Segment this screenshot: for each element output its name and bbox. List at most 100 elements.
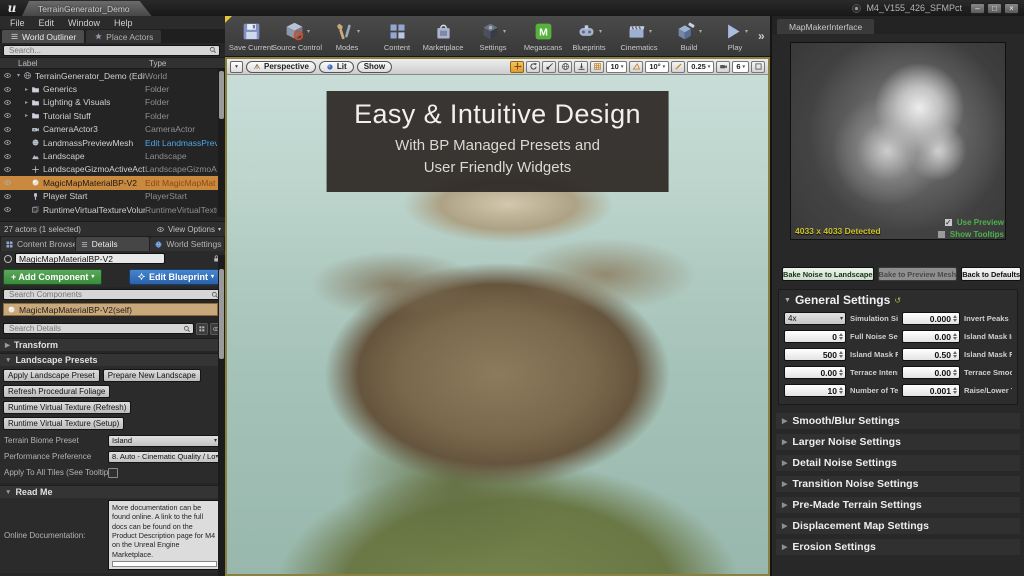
maximize-viewport-button[interactable]: [751, 60, 765, 73]
eye-icon[interactable]: [0, 71, 14, 80]
property-matrix-icon[interactable]: [196, 322, 208, 335]
bake-noise-to-landscape-button[interactable]: Bake Noise to Landscape: [782, 267, 874, 281]
outliner-row[interactable]: CameraActor3 CameraActor: [0, 123, 225, 136]
angle-snap-button[interactable]: [629, 60, 644, 73]
modes-button[interactable]: ▾ Modes: [324, 20, 370, 52]
spinner-arrows-icon[interactable]: [953, 368, 957, 377]
spinner-arrows-icon[interactable]: [839, 350, 843, 359]
move-tool-button[interactable]: [510, 60, 525, 73]
eye-icon[interactable]: [0, 165, 14, 174]
menu-help[interactable]: Help: [107, 18, 140, 28]
island-mask-invert-field[interactable]: 0.00: [902, 330, 960, 343]
general-settings-header[interactable]: ▼ General Settings ↺: [784, 293, 1012, 307]
play-button[interactable]: ▾ Play: [712, 20, 758, 52]
outliner-row[interactable]: ▸ Lighting & Visuals Folder: [0, 96, 225, 109]
section-larger-noise-settings[interactable]: ▶ Larger Noise Settings: [776, 434, 1020, 450]
apply-landscape-preset-button[interactable]: Apply Landscape Preset: [3, 369, 100, 382]
runtime-virtual-texture-refresh-button[interactable]: Runtime Virtual Texture (Refresh): [3, 401, 132, 414]
angle-snap-value[interactable]: 10° ▾: [645, 60, 670, 73]
blueprints-button[interactable]: ▾ Blueprints: [566, 20, 612, 52]
island-mask-fade-field[interactable]: 0.50: [902, 348, 960, 361]
outliner-row[interactable]: ▸ Generics Folder: [0, 82, 225, 95]
component-self-row[interactable]: MagicMapMaterialBP-V2(self): [3, 303, 218, 316]
tab-place-actors[interactable]: Place Actors: [86, 30, 162, 43]
grid-snap-value[interactable]: 10 ▾: [606, 60, 628, 73]
menu-window[interactable]: Window: [61, 18, 107, 28]
outliner-row[interactable]: LandscapeGizmoActiveActor LandscapeGizmoA…: [0, 163, 225, 176]
eye-icon[interactable]: [0, 205, 14, 214]
section-transition-noise-settings[interactable]: ▶ Transition Noise Settings: [776, 476, 1020, 492]
section-displacement-map-settings[interactable]: ▶ Displacement Map Settings: [776, 518, 1020, 534]
camera-speed-value[interactable]: 6 ▾: [732, 60, 749, 73]
outliner-search[interactable]: [3, 44, 220, 56]
minimize-button[interactable]: –: [970, 2, 985, 14]
simulation-size-dropdown[interactable]: 4x ▾: [784, 312, 846, 325]
refresh-procedural-foliage-button[interactable]: Refresh Procedural Foliage: [3, 385, 111, 398]
row-type[interactable]: Edit MagicMapMat: [145, 178, 217, 188]
settings-button[interactable]: ▾ Settings: [470, 20, 516, 52]
runtime-virtual-texture-setup-button[interactable]: Runtime Virtual Texture (Setup): [3, 417, 125, 430]
camera-speed-button[interactable]: [716, 60, 731, 73]
search-components-input[interactable]: [7, 289, 211, 300]
outliner-row[interactable]: RuntimeVirtualTextureVolume RuntimeVirtua…: [0, 203, 225, 216]
use-preview-checkbox[interactable]: ✓: [943, 218, 953, 227]
section-detail-noise-settings[interactable]: ▶ Detail Noise Settings: [776, 455, 1020, 471]
search-details[interactable]: [3, 323, 194, 334]
project-tab[interactable]: TerrainGenerator_Demo: [22, 1, 152, 16]
edit-blueprint-button[interactable]: Edit Blueprint ▾: [128, 268, 222, 285]
spinner-arrows-icon[interactable]: [953, 314, 957, 323]
search-components[interactable]: [3, 289, 222, 300]
scale-snap-button[interactable]: [671, 60, 686, 73]
menu-edit[interactable]: Edit: [32, 18, 62, 28]
section-transform[interactable]: ▶ Transform: [0, 338, 225, 351]
eye-icon[interactable]: [0, 98, 14, 107]
spinner-arrows-icon[interactable]: [953, 386, 957, 395]
section-pre-made-terrain-settings[interactable]: ▶ Pre-Made Terrain Settings: [776, 497, 1020, 513]
full-noise-seed-field[interactable]: 0: [784, 330, 846, 343]
spinner-arrows-icon[interactable]: [953, 332, 957, 341]
eye-icon[interactable]: [0, 152, 14, 161]
viewport-canvas[interactable]: Easy & Intuitive Design With BP Managed …: [227, 75, 768, 574]
tab-details[interactable]: Details: [75, 237, 150, 251]
rotate-tool-button[interactable]: [526, 60, 541, 73]
cinematics-button[interactable]: ▾ Cinematics: [616, 20, 662, 52]
tab-world-settings[interactable]: World Settings: [150, 237, 225, 251]
outliner-row[interactable]: MagicMapMaterialBP-V2 Edit MagicMapMat: [0, 176, 225, 190]
eye-icon[interactable]: [0, 138, 14, 147]
source-control-button[interactable]: ▾ Source Control: [272, 20, 322, 52]
outliner-row[interactable]: Landscape Landscape: [0, 149, 225, 162]
eye-icon[interactable]: [0, 125, 14, 134]
invert-peaks-field[interactable]: 0.000: [902, 312, 960, 325]
build-button[interactable]: ▾ Build: [666, 20, 712, 52]
world-space-tool-button[interactable]: [558, 60, 573, 73]
restore-button[interactable]: □: [987, 2, 1002, 14]
outliner-row[interactable]: ▸ Tutorial Stuff Folder: [0, 109, 225, 122]
save-current-button[interactable]: Save Current: [228, 20, 274, 52]
eye-icon[interactable]: [0, 85, 14, 94]
content-button[interactable]: Content: [374, 20, 420, 52]
viewport-options-button[interactable]: ▾: [230, 60, 243, 73]
expander-icon[interactable]: ▸: [22, 86, 31, 93]
documentation-textbox[interactable]: More documentation can be found online. …: [108, 500, 221, 571]
tab-world-outliner[interactable]: World Outliner: [2, 30, 85, 43]
terrace-intensity-field[interactable]: 0.00: [784, 366, 846, 379]
terrace-smoothing-field[interactable]: 0.00: [902, 366, 960, 379]
section-landscape-presets[interactable]: ▼ Landscape Presets: [0, 353, 225, 366]
spinner-arrows-icon[interactable]: [839, 332, 843, 341]
expander-icon[interactable]: ▾: [14, 72, 23, 79]
spinner-arrows-icon[interactable]: [953, 350, 957, 359]
outliner-row[interactable]: ▾ TerrainGenerator_Demo (Editor) World: [0, 69, 225, 82]
section-erosion-settings[interactable]: ▶ Erosion Settings: [776, 539, 1020, 555]
column-type[interactable]: Type: [149, 59, 225, 68]
row-type[interactable]: Edit LandmassPrev: [145, 138, 217, 148]
column-label[interactable]: Label: [0, 59, 149, 68]
spinner-arrows-icon[interactable]: [839, 368, 843, 377]
expander-icon[interactable]: ▸: [22, 99, 31, 106]
island-mask-radius-field[interactable]: 500: [784, 348, 846, 361]
search-details-input[interactable]: [7, 323, 183, 334]
outliner-row[interactable]: LandmassPreviewMesh Edit LandmassPrev: [0, 136, 225, 149]
search-input[interactable]: [7, 44, 209, 56]
close-button[interactable]: ×: [1004, 2, 1019, 14]
expander-icon[interactable]: ▸: [22, 112, 31, 119]
reset-to-default-icon[interactable]: ↺: [894, 296, 901, 305]
